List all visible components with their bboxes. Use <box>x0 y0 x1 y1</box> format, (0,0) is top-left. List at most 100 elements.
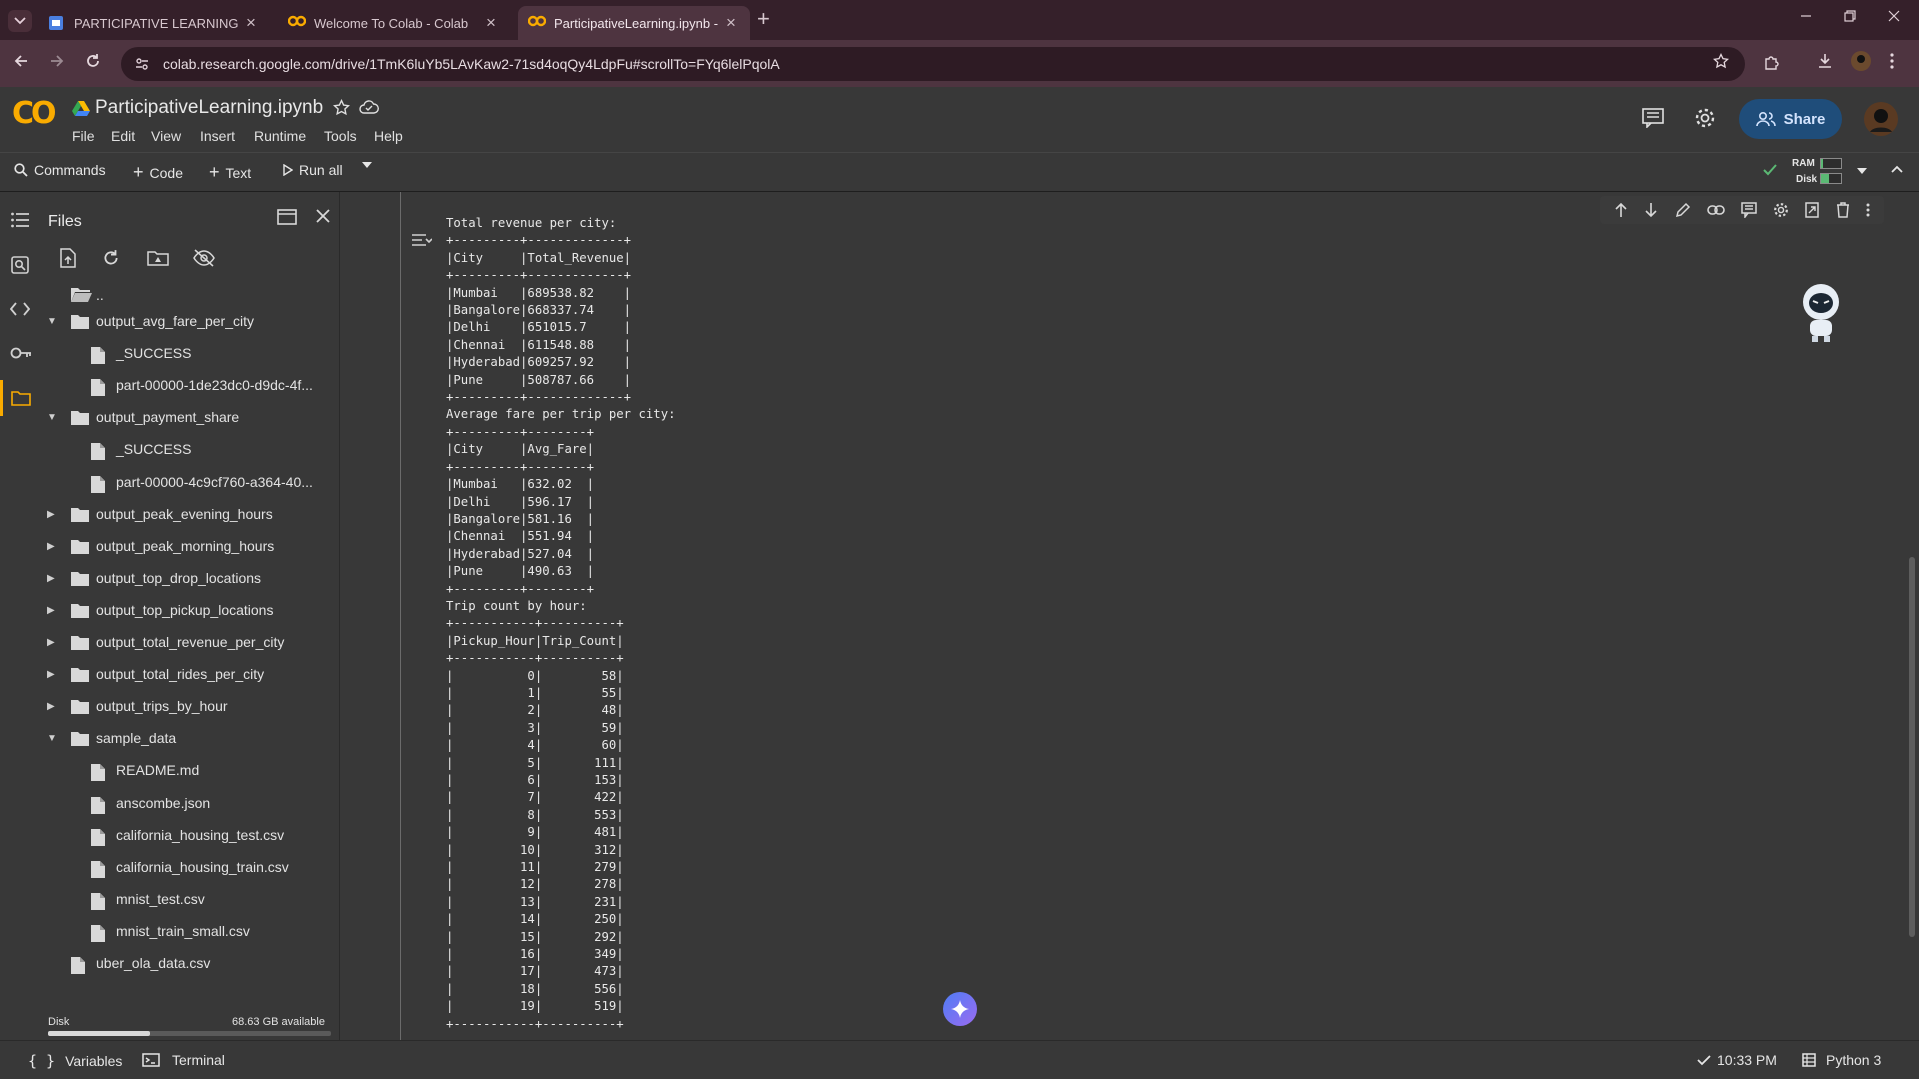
execution-status[interactable]: 10:33 PM <box>1697 1052 1777 1068</box>
site-info-icon[interactable] <box>135 57 149 71</box>
caret-collapsed-icon[interactable]: ▶ <box>47 637 55 648</box>
refresh-icon[interactable] <box>102 249 120 267</box>
run-all-button[interactable]: Run all <box>283 162 343 178</box>
variables-button[interactable]: { } Variables <box>28 1052 122 1070</box>
comment-icon[interactable] <box>1741 202 1757 218</box>
more-options-icon[interactable] <box>1866 203 1870 217</box>
browser-tab-0[interactable]: PARTICIPATIVE LEARNING × <box>38 6 270 40</box>
tree-folder[interactable]: output_top_drop_locations <box>96 570 261 586</box>
table-of-contents-icon[interactable] <box>11 212 29 228</box>
disk-meter[interactable] <box>1820 173 1842 184</box>
upload-file-icon[interactable] <box>59 248 77 268</box>
menu-file[interactable]: File <box>72 128 95 144</box>
move-up-icon[interactable] <box>1614 202 1628 218</box>
ram-meter[interactable] <box>1820 158 1842 169</box>
open-in-tab-icon[interactable] <box>277 209 297 225</box>
tree-folder[interactable]: output_total_revenue_per_city <box>96 634 284 650</box>
share-button[interactable]: Share <box>1739 99 1842 139</box>
caret-expanded-icon[interactable]: ▼ <box>47 412 57 423</box>
tree-file[interactable]: _SUCCESS <box>116 345 191 361</box>
tree-folder[interactable]: output_peak_morning_hours <box>96 538 274 554</box>
browser-menu-icon[interactable] <box>1890 53 1894 69</box>
back-button[interactable] <box>13 53 29 69</box>
browser-tab-2[interactable]: ParticipativeLearning.ipynb - Colab × <box>518 6 750 40</box>
vertical-scrollbar[interactable] <box>1907 192 1917 1040</box>
secrets-key-icon[interactable] <box>10 346 32 360</box>
close-window-button[interactable] <box>1888 10 1900 22</box>
tree-folder[interactable]: output_avg_fare_per_city <box>96 313 254 329</box>
menu-tools[interactable]: Tools <box>324 128 357 144</box>
caret-collapsed-icon[interactable]: ▶ <box>47 541 55 552</box>
tree-file[interactable]: california_housing_test.csv <box>116 827 284 843</box>
tree-folder[interactable]: output_payment_share <box>96 409 239 425</box>
menu-help[interactable]: Help <box>374 128 403 144</box>
minimize-button[interactable] <box>1800 10 1812 22</box>
tree-folder[interactable]: sample_data <box>96 730 176 746</box>
forward-button[interactable] <box>49 53 65 69</box>
close-icon[interactable]: × <box>242 13 260 33</box>
tree-file[interactable]: mnist_test.csv <box>116 891 205 907</box>
cell-settings-icon[interactable] <box>1773 202 1789 218</box>
kernel-status[interactable]: Python 3 <box>1802 1052 1881 1068</box>
caret-collapsed-icon[interactable]: ▶ <box>47 669 55 680</box>
caret-expanded-icon[interactable]: ▼ <box>47 733 57 744</box>
add-text-button[interactable]: + Text <box>209 162 251 183</box>
move-down-icon[interactable] <box>1644 202 1658 218</box>
commands-button[interactable]: Commands <box>14 162 106 178</box>
tree-file[interactable]: california_housing_train.csv <box>116 859 289 875</box>
caret-collapsed-icon[interactable]: ▶ <box>47 573 55 584</box>
close-panel-icon[interactable] <box>316 209 330 223</box>
profile-avatar[interactable] <box>1851 51 1871 71</box>
bookmark-star-icon[interactable] <box>1713 53 1729 69</box>
tab-search-button[interactable] <box>8 10 32 32</box>
extensions-icon[interactable] <box>1763 53 1781 71</box>
caret-collapsed-icon[interactable]: ▶ <box>47 605 55 616</box>
resources-dropdown-icon[interactable] <box>1857 168 1867 174</box>
tree-file[interactable]: part-00000-4c9cf760-a364-40... <box>116 474 313 490</box>
scrollbar-thumb[interactable] <box>1909 557 1915 937</box>
close-icon[interactable]: × <box>482 13 500 33</box>
tree-file[interactable]: anscombe.json <box>116 795 210 811</box>
mirror-cell-icon[interactable] <box>1805 202 1820 218</box>
colab-logo[interactable]: CO <box>12 96 56 131</box>
terminal-button[interactable]: Terminal <box>142 1052 225 1068</box>
restore-button[interactable] <box>1844 10 1856 22</box>
collapse-header-icon[interactable] <box>1891 165 1903 173</box>
browser-tab-1[interactable]: Welcome To Colab - Colab × <box>278 6 510 40</box>
menu-view[interactable]: View <box>151 128 181 144</box>
tree-file[interactable]: _SUCCESS <box>116 441 191 457</box>
tree-folder[interactable]: output_trips_by_hour <box>96 698 228 714</box>
notebook-title[interactable]: ParticipativeLearning.ipynb <box>95 97 323 119</box>
mount-drive-icon[interactable] <box>147 250 169 266</box>
comments-icon[interactable] <box>1642 108 1664 128</box>
tree-folder[interactable]: output_top_pickup_locations <box>96 602 273 618</box>
files-folder-icon[interactable] <box>11 390 31 406</box>
link-icon[interactable] <box>1706 204 1725 216</box>
close-icon[interactable]: × <box>722 13 740 33</box>
tree-file[interactable]: mnist_train_small.csv <box>116 923 250 939</box>
account-avatar[interactable] <box>1864 102 1898 136</box>
parent-directory[interactable]: .. <box>96 287 104 303</box>
add-code-button[interactable]: + Code <box>133 162 183 183</box>
downloads-icon[interactable] <box>1817 53 1833 69</box>
colab-mascot-icon[interactable] <box>1796 282 1846 344</box>
delete-icon[interactable] <box>1836 202 1850 218</box>
caret-expanded-icon[interactable]: ▼ <box>47 316 57 327</box>
tree-folder[interactable]: output_peak_evening_hours <box>96 506 273 522</box>
gemini-button[interactable] <box>943 992 977 1026</box>
tree-file[interactable]: uber_ola_data.csv <box>96 955 210 971</box>
menu-runtime[interactable]: Runtime <box>254 128 306 144</box>
new-tab-button[interactable]: + <box>757 8 770 30</box>
find-replace-icon[interactable] <box>11 256 29 274</box>
run-all-dropdown[interactable] <box>362 162 372 168</box>
menu-insert[interactable]: Insert <box>200 128 235 144</box>
caret-collapsed-icon[interactable]: ▶ <box>47 701 55 712</box>
menu-edit[interactable]: Edit <box>111 128 135 144</box>
caret-collapsed-icon[interactable]: ▶ <box>47 509 55 520</box>
settings-gear-icon[interactable] <box>1694 107 1716 129</box>
address-bar[interactable]: colab.research.google.com/drive/1TmK6luY… <box>121 47 1745 81</box>
output-toggle-icon[interactable] <box>410 231 432 251</box>
hide-files-icon[interactable] <box>192 249 216 267</box>
tree-file[interactable]: README.md <box>116 762 199 778</box>
tree-folder[interactable]: output_total_rides_per_city <box>96 666 264 682</box>
